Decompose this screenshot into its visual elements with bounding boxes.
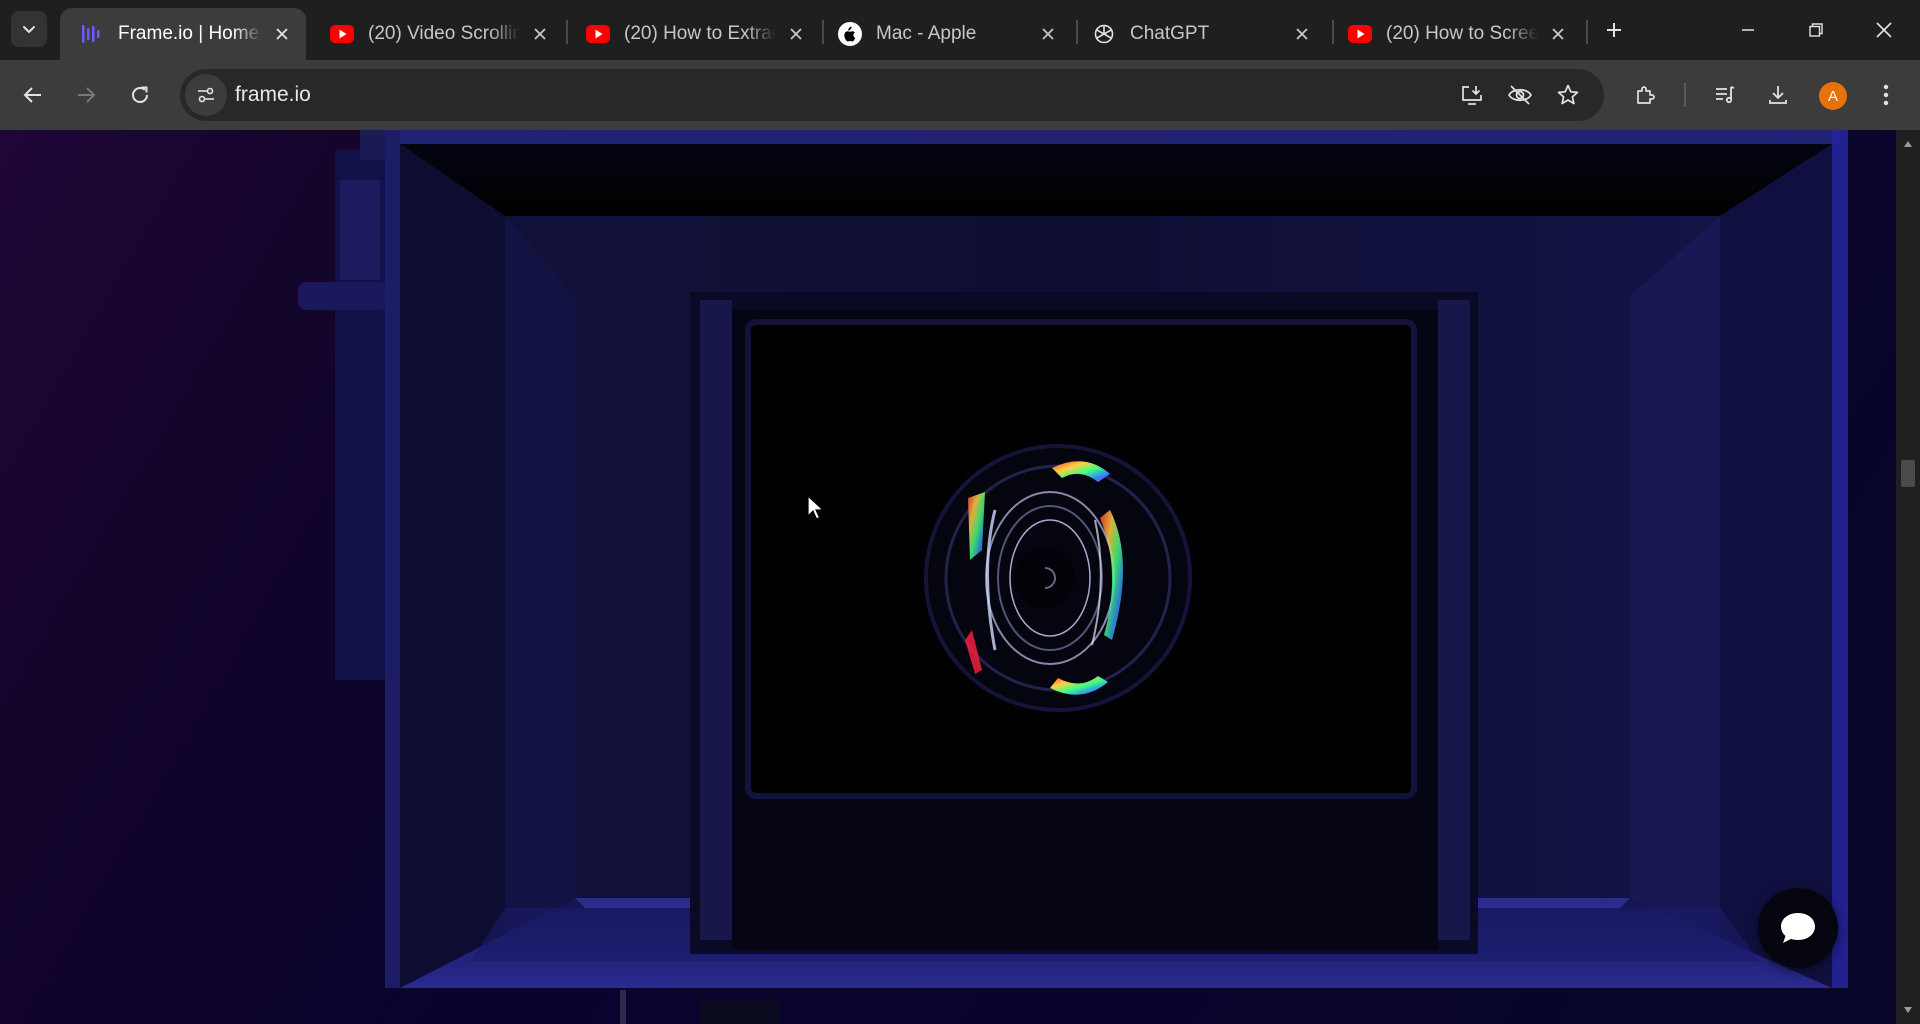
close-tab-icon[interactable] [528,22,552,46]
browser-menu-button[interactable] [1866,75,1906,115]
page-scrollbar[interactable] [1896,130,1920,1024]
camera-lens-hero-image [298,130,1848,1024]
chat-bubble-icon [1781,913,1815,943]
media-controls-button[interactable] [1705,75,1745,115]
downloads-button[interactable] [1758,75,1798,115]
new-tab-button[interactable] [1598,14,1630,46]
page-viewport [0,130,1896,1024]
minimize-icon [1742,29,1754,31]
tab-title: (20) How to Screen [1386,23,1538,44]
address-bar[interactable]: frame.io [180,69,1604,121]
profile-avatar[interactable]: A [1819,82,1847,110]
tab-title: (20) Video Scrolling [368,23,520,44]
arrow-right-icon [78,87,96,103]
tracking-protection-button[interactable] [1500,75,1540,115]
close-window-button[interactable] [1864,10,1904,50]
reload-icon [132,86,148,103]
scroll-up-arrow-icon[interactable] [1902,138,1914,150]
tab-separator [1586,20,1588,44]
apple-icon [838,22,862,46]
arrow-left-icon [23,87,41,103]
install-app-button[interactable] [1452,75,1492,115]
browser-toolbar: frame.io A [0,60,1920,130]
close-tab-icon[interactable] [784,22,808,46]
tab-frameio-home[interactable]: Frame.io | Home [60,8,306,60]
close-tab-icon[interactable] [270,22,294,46]
scroll-down-arrow-icon[interactable] [1902,1004,1914,1016]
tab-title: Frame.io | Home [118,23,260,44]
bookmark-star-button[interactable] [1548,75,1588,115]
reload-button[interactable] [120,75,160,115]
url-text[interactable]: frame.io [235,83,311,107]
openai-icon [1092,22,1116,46]
close-icon [1876,22,1892,38]
tab-title: ChatGPT [1130,23,1210,44]
restore-button[interactable] [1796,10,1836,50]
chat-widget-button[interactable] [1758,888,1838,968]
install-app-icon [1462,86,1482,105]
tab-chatgpt[interactable]: ChatGPT [1072,8,1326,60]
more-vertical-icon [1883,84,1889,106]
minimize-button[interactable] [1728,10,1768,50]
youtube-icon [586,22,610,46]
restore-icon [1809,23,1823,37]
frameio-logo-icon [80,22,104,46]
puzzle-icon [1637,86,1655,104]
toolbar-separator [1684,83,1686,107]
close-tab-icon[interactable] [1546,22,1570,46]
download-icon [1769,86,1787,104]
eye-off-icon [1508,85,1532,105]
tune-icon [198,87,214,103]
tab-how-to-screen[interactable]: (20) How to Screen [1328,8,1582,60]
scroll-thumb[interactable] [1901,460,1915,487]
tab-search-button[interactable] [11,11,47,47]
back-button[interactable] [13,75,53,115]
tab-how-to-extract[interactable]: (20) How to Extract [566,8,820,60]
site-info-button[interactable] [185,74,227,116]
mouse-cursor-icon [807,494,825,520]
tab-strip: Frame.io | Home (20) Video Scrolling (20… [0,0,1920,60]
youtube-icon [1348,22,1372,46]
playlist-icon [1716,86,1735,104]
chevron-down-icon [23,26,35,34]
extensions-button[interactable] [1626,75,1666,115]
youtube-icon [330,22,354,46]
forward-button[interactable] [66,75,106,115]
close-tab-icon[interactable] [1290,22,1314,46]
tab-title: (20) How to Extract [624,23,776,44]
plus-icon [1607,23,1621,37]
tab-video-scrolling[interactable]: (20) Video Scrolling [310,8,564,60]
tab-mac-apple[interactable]: Mac - Apple [818,8,1072,60]
star-icon [1557,84,1579,105]
tab-title: Mac - Apple [876,23,977,44]
close-tab-icon[interactable] [1036,22,1060,46]
